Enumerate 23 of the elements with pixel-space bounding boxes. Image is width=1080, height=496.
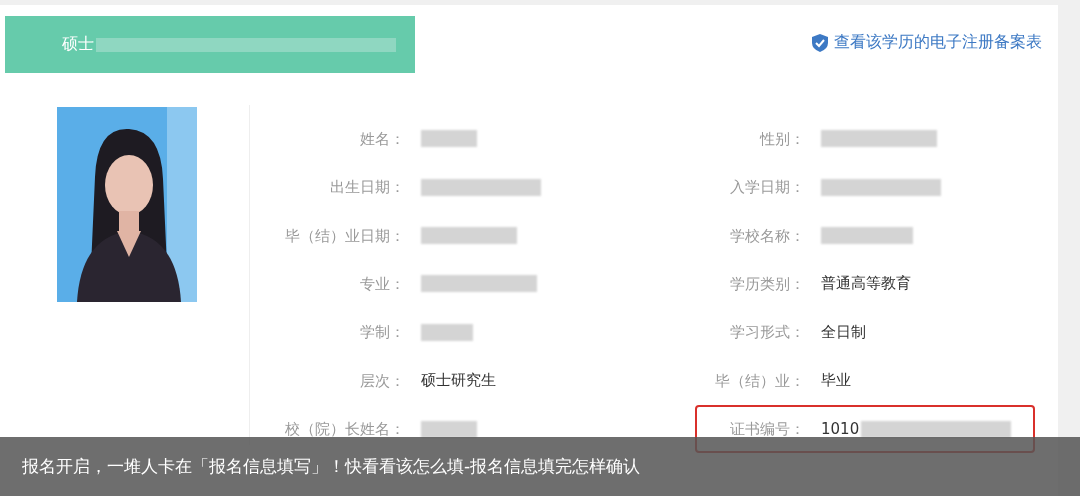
field-label: 学习形式： [729,322,805,344]
field-value: 硕士研究生 [421,371,496,391]
registration-link[interactable]: 查看该学历的电子注册备案表 [812,32,1042,53]
field-label: 姓名： [359,128,405,150]
field-label: 出生日期： [329,177,405,199]
shield-check-icon [812,33,828,52]
field-label: 毕（结）业： [714,370,805,392]
field-value: 1010 [821,420,860,439]
field-value: 普通高等教育 [821,274,911,294]
field-label: 专业： [359,273,405,295]
field-label: 学历类别： [729,273,805,295]
field-value: 毕业 [821,371,851,391]
field-label: 毕（结）业日期： [284,225,405,247]
field-label: 学制： [359,322,405,344]
degree-title: 硕士 [62,34,94,55]
field-value: 全日制 [821,322,866,342]
field-label: 层次： [359,370,405,392]
field-label: 证书编号： [729,419,805,441]
field-label: 入学日期： [729,177,805,199]
field-label: 校（院）长姓名： [284,419,405,441]
caption-text: 报名开启，一堆人卡在「报名信息填写」！快看看该怎么填-报名信息填完怎样确认 [21,455,641,478]
field-label: 性别： [758,128,805,150]
field-label: 学校名称： [729,225,805,247]
